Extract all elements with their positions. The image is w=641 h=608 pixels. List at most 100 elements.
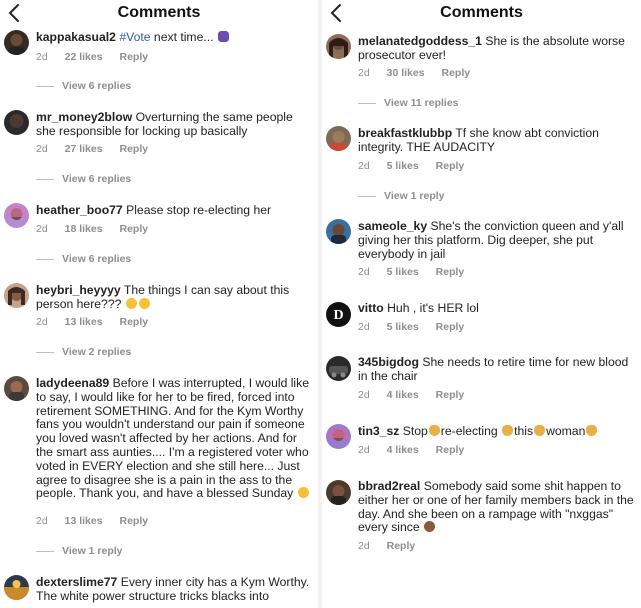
comment-username[interactable]: tin3_sz xyxy=(358,424,399,438)
view-replies-button[interactable]: View 6 replies xyxy=(36,253,131,265)
reply-button[interactable]: Reply xyxy=(436,160,465,172)
view-replies-label: View 6 replies xyxy=(62,253,132,265)
person-emoji-icon xyxy=(424,521,436,533)
likes-count[interactable]: 13 likes xyxy=(65,515,103,527)
comment-username[interactable]: heybri_heyyyy xyxy=(36,283,121,297)
comment-text: Huh , it's HER lol xyxy=(387,301,479,315)
reply-button[interactable]: Reply xyxy=(387,540,416,552)
header: Comments xyxy=(0,0,318,28)
reply-button[interactable]: Reply xyxy=(441,67,470,79)
likes-count[interactable]: 30 likes xyxy=(387,67,425,79)
hashtag-link[interactable]: #Vote xyxy=(119,30,150,44)
avatar[interactable] xyxy=(326,219,351,244)
comment-username[interactable]: mr_money2blow xyxy=(36,110,132,124)
avatar[interactable] xyxy=(4,203,29,228)
comment-time: 2d xyxy=(36,515,48,527)
comment-text: Please stop re-electing her xyxy=(126,203,272,217)
view-replies-button[interactable]: View 6 replies xyxy=(36,173,131,185)
comments-panel-left: Comments kappakasual2 #Vote next time...… xyxy=(0,0,318,608)
comment-meta: 2d 5 likes Reply xyxy=(358,266,478,278)
clap-emoji-icon xyxy=(428,425,440,436)
comment-time: 2d xyxy=(358,67,370,79)
avatar[interactable] xyxy=(4,110,29,135)
comment-username[interactable]: breakfastklubbp xyxy=(358,126,452,140)
view-replies-button[interactable]: View 1 reply xyxy=(358,190,445,202)
view-replies-label: View 2 replies xyxy=(62,346,132,358)
avatar[interactable] xyxy=(326,34,351,59)
likes-count[interactable]: 5 likes xyxy=(387,321,419,333)
comment-username[interactable]: 345bigdog xyxy=(358,355,419,369)
comment-meta: 2d 18 likes Reply xyxy=(36,223,162,235)
view-replies-label: View 11 replies xyxy=(384,97,459,109)
likes-count[interactable]: 22 likes xyxy=(65,51,103,63)
likes-count[interactable]: 13 likes xyxy=(65,316,103,328)
comment-time: 2d xyxy=(358,540,370,552)
comment-time: 2d xyxy=(36,51,48,63)
comment-text: next time... xyxy=(150,30,214,44)
reply-button[interactable]: Reply xyxy=(119,51,148,63)
comment-username[interactable]: heather_boo77 xyxy=(36,203,123,217)
comment-time: 2d xyxy=(36,143,48,155)
avatar[interactable] xyxy=(326,480,351,505)
comment-username[interactable]: sameole_ky xyxy=(358,219,427,233)
avatar[interactable] xyxy=(326,424,351,449)
view-replies-label: View 1 reply xyxy=(384,190,445,202)
comment-time: 2d xyxy=(358,266,370,278)
avatar[interactable] xyxy=(4,575,29,600)
comment-meta: 2d 13 likes Reply xyxy=(36,316,162,328)
dancer-emoji-icon xyxy=(217,31,229,42)
avatar[interactable] xyxy=(326,356,351,381)
view-replies-button[interactable]: View 11 replies xyxy=(358,97,459,109)
comment-meta: 2d 22 likes Reply xyxy=(36,51,162,63)
comment-meta: 2d 30 likes Reply xyxy=(358,67,484,79)
likes-count[interactable]: 27 likes xyxy=(65,143,103,155)
view-replies-button[interactable]: View 2 replies xyxy=(36,346,131,358)
avatar[interactable]: D xyxy=(326,302,351,327)
smile-emoji-icon xyxy=(297,487,309,499)
reply-button[interactable]: Reply xyxy=(119,223,148,235)
avatar[interactable] xyxy=(4,30,29,55)
view-replies-button[interactable]: View 6 replies xyxy=(36,80,131,92)
view-replies-button[interactable]: View 1 reply xyxy=(36,545,123,557)
comment-text-part: woman xyxy=(546,424,586,438)
likes-count[interactable]: 4 likes xyxy=(387,389,419,401)
reply-button[interactable]: Reply xyxy=(436,321,465,333)
reply-button[interactable]: Reply xyxy=(436,389,465,401)
view-replies-label: View 6 replies xyxy=(62,80,132,92)
comment-meta: 2d 4 likes Reply xyxy=(358,444,478,456)
comment-username[interactable]: bbrad2real xyxy=(358,479,420,493)
comment-time: 2d xyxy=(358,321,370,333)
likes-count[interactable]: 5 likes xyxy=(387,266,419,278)
page-title: Comments xyxy=(440,4,523,21)
view-replies-label: View 6 replies xyxy=(62,173,132,185)
grimace-emoji-icon xyxy=(138,297,150,309)
clap-emoji-icon xyxy=(502,425,514,436)
avatar[interactable] xyxy=(326,126,351,151)
page-title: Comments xyxy=(117,4,201,21)
likes-count[interactable]: 5 likes xyxy=(387,160,419,172)
comment-username[interactable]: dexterslime77 xyxy=(36,575,117,589)
reply-button[interactable]: Reply xyxy=(436,266,465,278)
comment-username[interactable]: ladydeena89 xyxy=(36,376,109,390)
comment-username[interactable]: melanatedgoddess_1 xyxy=(358,34,482,48)
comment-time: 2d xyxy=(358,444,370,456)
reply-button[interactable]: Reply xyxy=(119,515,148,527)
comment-meta: 2d 13 likes Reply xyxy=(36,515,162,527)
reply-button[interactable]: Reply xyxy=(119,143,148,155)
comment-username[interactable]: vitto xyxy=(358,301,384,315)
clap-emoji-icon xyxy=(586,425,598,436)
avatar[interactable] xyxy=(4,376,29,401)
reply-button[interactable]: Reply xyxy=(436,444,465,456)
comment-username[interactable]: kappakasual2 xyxy=(36,30,116,44)
comment-meta: 2d 5 likes Reply xyxy=(358,160,478,172)
likes-count[interactable]: 18 likes xyxy=(65,223,103,235)
comment-meta: 2d 27 likes Reply xyxy=(36,143,162,155)
comment-text-part: Stop xyxy=(402,424,428,438)
likes-count[interactable]: 4 likes xyxy=(387,444,419,456)
comment-meta: 2d Reply xyxy=(358,540,429,552)
reply-button[interactable]: Reply xyxy=(119,316,148,328)
comment-time: 2d xyxy=(358,389,370,401)
avatar[interactable] xyxy=(4,283,29,308)
dizzy-face-emoji-icon xyxy=(125,297,137,309)
comment-time: 2d xyxy=(36,223,48,235)
